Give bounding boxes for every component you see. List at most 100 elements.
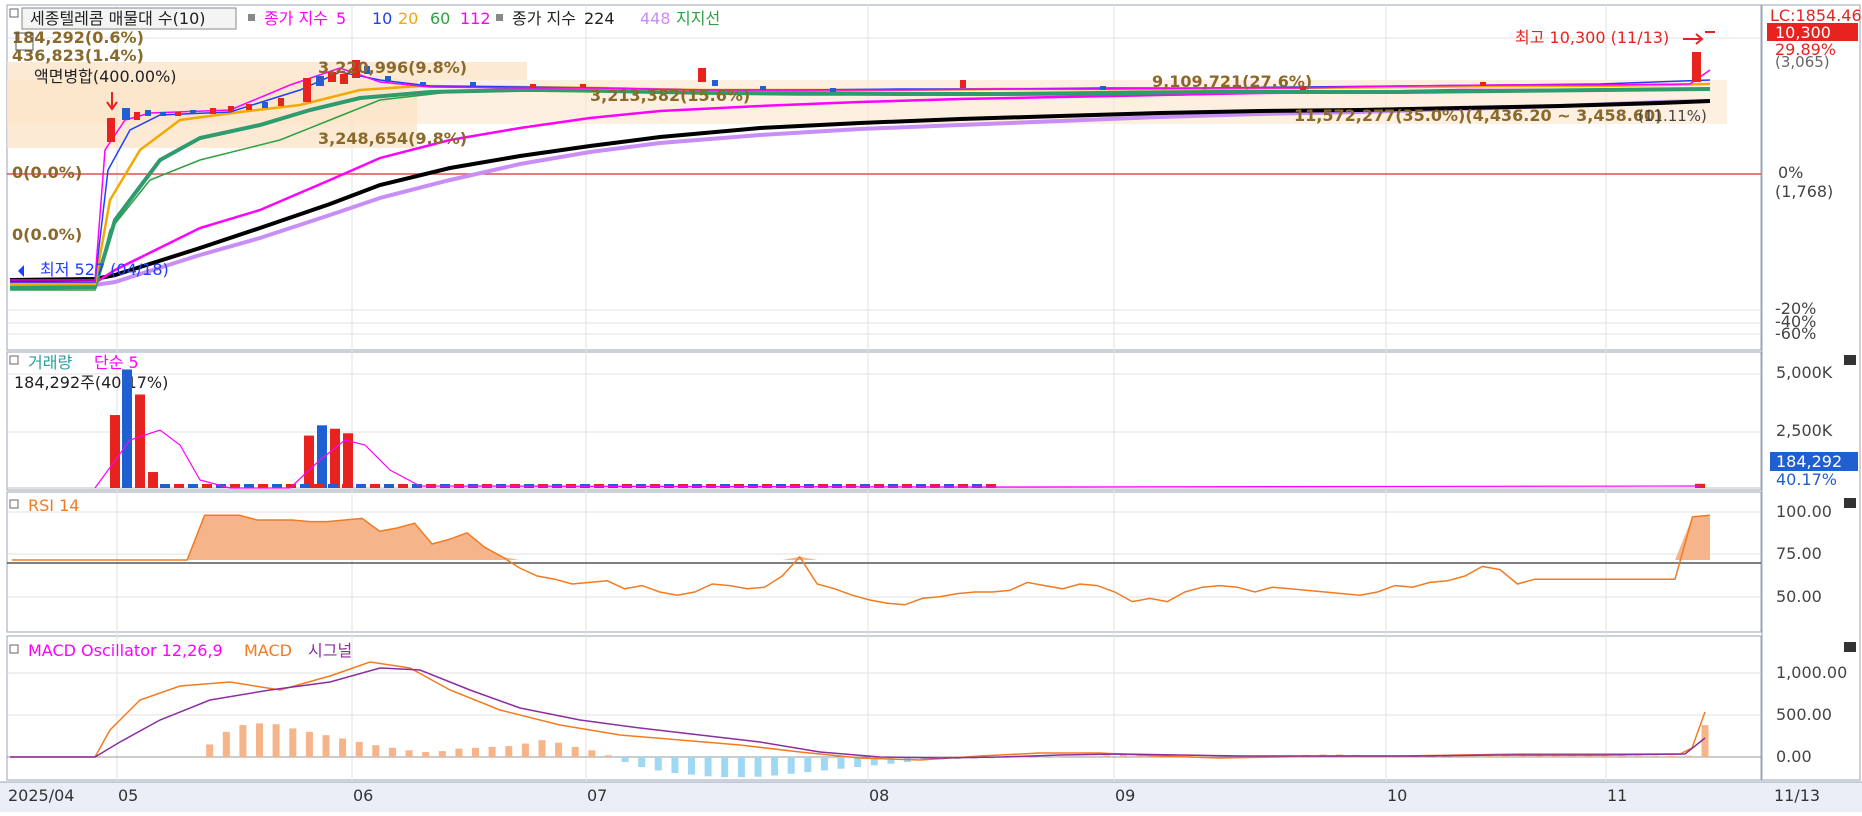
macd-osc-bar xyxy=(1087,756,1094,757)
candle xyxy=(160,112,166,116)
volume-bar-small xyxy=(160,484,170,488)
legend-ma-10: 10 xyxy=(372,9,392,28)
candle xyxy=(960,80,966,88)
volume-bar xyxy=(148,472,158,488)
macd-osc-bar xyxy=(821,757,828,770)
macd-tick-2: 0.00 xyxy=(1776,747,1812,766)
macd-osc-bar xyxy=(771,757,778,775)
annot-band-5: 11,572,277(35.0%)(4,436.20 ~ 3,458.60) xyxy=(1294,106,1662,125)
candle xyxy=(698,68,706,82)
x-label-3: 07 xyxy=(587,786,607,805)
volume-bar-small xyxy=(804,484,814,488)
macd-osc-bar xyxy=(755,757,762,777)
candle xyxy=(175,112,181,116)
macd-osc-bar xyxy=(1618,756,1625,757)
macd-osc-bar xyxy=(1652,756,1659,757)
macd-osc-bar xyxy=(1535,756,1542,757)
volume-bar-small xyxy=(356,484,366,488)
volume-close-icon[interactable] xyxy=(1844,355,1856,365)
volume-tick-0: 5,000K xyxy=(1776,363,1833,382)
volume-bar xyxy=(122,369,132,488)
candle xyxy=(134,112,140,120)
macd-osc-bar xyxy=(356,742,363,757)
legend-ma-marker xyxy=(248,14,255,21)
macd-osc-bar xyxy=(887,757,894,764)
volume-bar xyxy=(317,425,327,488)
x-label-4: 08 xyxy=(869,786,889,805)
volume-bar-small xyxy=(846,484,856,488)
x-label-6: 10 xyxy=(1387,786,1407,805)
macd-osc-bar xyxy=(489,747,496,757)
x-label-7: 11 xyxy=(1607,786,1627,805)
x-label-0: 2025/04 xyxy=(8,786,74,805)
macd-osc-bar xyxy=(472,748,479,757)
macd-osc-bar xyxy=(605,755,612,757)
annot-zero-1: 0(0.0%) xyxy=(12,163,82,182)
macd-osc-bar xyxy=(306,732,313,757)
candle xyxy=(122,108,130,120)
candle xyxy=(262,102,268,108)
volume-bar-small xyxy=(832,484,842,488)
volume-bar-small xyxy=(790,484,800,488)
macd-osc-bar xyxy=(1585,756,1592,757)
macd-osc-bar xyxy=(1486,756,1493,757)
macd-osc-bar xyxy=(439,751,446,757)
macd-close-icon[interactable] xyxy=(1844,642,1856,652)
macd-osc-bar xyxy=(1635,756,1642,757)
price-axis-sub: (3,065) xyxy=(1775,53,1830,71)
annot-top-left-1: 184,292(0.6%) xyxy=(12,28,144,47)
macd-tick-0: 1,000.00 xyxy=(1776,663,1847,682)
macd-osc-bar xyxy=(738,757,745,777)
legend-ma-112: 112 xyxy=(460,9,491,28)
volume-bar-small xyxy=(384,484,394,488)
macd-osc-bar xyxy=(1519,756,1526,757)
candle xyxy=(107,118,115,142)
rsi-close-icon[interactable] xyxy=(1844,498,1856,508)
annot-band-4: 9,109,721(27.6%) xyxy=(1152,72,1312,91)
volume-bar-small xyxy=(776,484,786,488)
legend-ma2-marker xyxy=(496,14,503,21)
volume-bar-small xyxy=(874,484,884,488)
chart-canvas[interactable]: 184,292(0.6%) 436,823(1.4%) 액면병합(400.00%… xyxy=(0,0,1862,812)
legend-ma-label: 종가 지수 xyxy=(264,9,328,28)
macd-osc-bar xyxy=(289,728,296,757)
legend-ma2-label: 종가 지수 xyxy=(512,9,576,28)
macd-osc-bar xyxy=(1602,756,1609,757)
volume-bar-small xyxy=(188,484,198,488)
macd-osc-bar xyxy=(1668,756,1675,757)
macd-osc-bar xyxy=(206,744,213,757)
macd-osc-bar xyxy=(1502,756,1509,757)
price-tick-0: 0% xyxy=(1778,163,1803,182)
macd-osc-bar xyxy=(721,757,728,777)
legend-title: 세종텔레콤 매물대 수(10) xyxy=(30,9,206,28)
volume-bar xyxy=(110,415,120,488)
macd-osc-bar xyxy=(788,757,795,774)
annot-high: 최고 10,300 (11/13) xyxy=(1515,28,1669,47)
annot-zero-2: 0(0.0%) xyxy=(12,225,82,244)
candle xyxy=(316,76,324,86)
macd-osc-bar xyxy=(555,743,562,757)
macd-osc-bar xyxy=(273,724,280,757)
macd-osc-bar xyxy=(638,757,645,767)
candle xyxy=(145,110,151,116)
stock-chart[interactable]: 184,292(0.6%) 436,823(1.4%) 액면병합(400.00%… xyxy=(0,0,1862,812)
macd-osc-bar xyxy=(838,757,845,769)
candle xyxy=(210,108,216,114)
macd-osc-bar xyxy=(539,740,546,757)
volume-bar-small xyxy=(342,484,352,488)
macd-tick-1: 500.00 xyxy=(1776,705,1832,724)
macd-osc-bar xyxy=(372,745,379,757)
x-label-last: 11/13 xyxy=(1774,786,1820,805)
macd-osc-bar xyxy=(588,750,595,757)
volume-label: 거래량 xyxy=(28,353,72,372)
macd-osc-bar xyxy=(655,757,662,770)
macd-osc-bar xyxy=(522,744,529,757)
candle xyxy=(190,110,196,114)
legend-ma-224: 224 xyxy=(584,9,615,28)
macd-osc-bar xyxy=(1702,725,1709,757)
candle xyxy=(1100,86,1106,90)
legend-ma-5: 5 xyxy=(336,9,346,28)
macd-osc-bar xyxy=(223,732,230,757)
legend-ma-20: 20 xyxy=(398,9,418,28)
candle xyxy=(228,106,234,112)
